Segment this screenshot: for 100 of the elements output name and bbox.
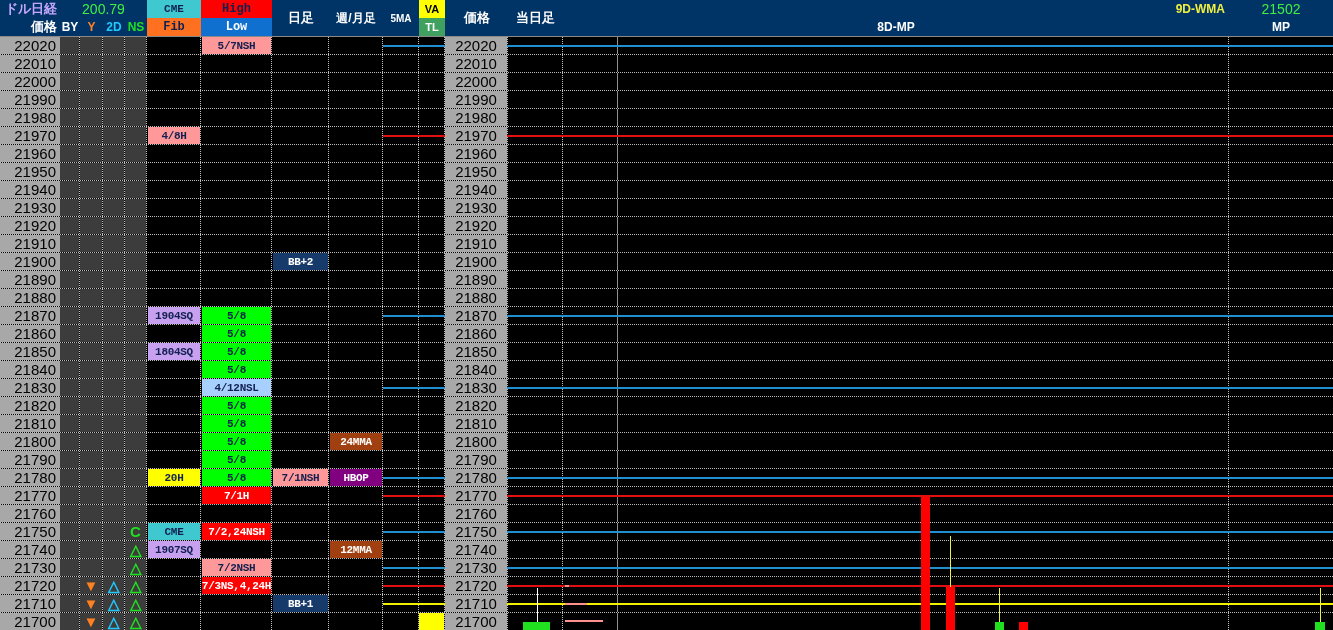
signal-cell [103,505,124,522]
signal-cell [125,397,146,414]
signal-cell [125,289,146,306]
signal-cell [125,505,146,522]
signal-cell [103,127,124,144]
signal-cell [80,487,102,504]
price-label: 21960 [445,145,507,162]
level-label: BB+1 [273,595,328,612]
signal-cell [60,379,79,396]
mp-value: 21502 [1260,0,1302,18]
column-header: 5MA [389,11,413,26]
signal-cell [80,73,102,90]
signal-cell [60,55,79,72]
signal-cell [80,397,102,414]
signal-cell [103,217,124,234]
price-label: 21700 [0,613,60,630]
signal-cell [125,361,146,378]
signal-cell [125,343,146,360]
column-header: 2D [106,20,122,34]
price-label: 21910 [0,235,60,252]
signal-cell [80,91,102,108]
column-header: High [201,0,272,18]
chart-label: 8D-MP [876,19,916,36]
level-label: 5/8 [202,343,271,360]
signal-cell [60,73,79,90]
signal-cell [125,379,146,396]
price-label: 21860 [0,325,60,342]
signal-cell [103,469,124,486]
level-label: 7/1NSH [273,469,328,486]
signal-cell [103,523,124,540]
signal-cell [80,325,102,342]
level-label: 24MMA [330,433,382,450]
signal-cell [103,235,124,252]
signal-cell [125,235,146,252]
price-label: 21750 [445,523,507,540]
signal-cell [103,289,124,306]
level-label: 4/12NSL [202,379,271,396]
signal-cell [80,289,102,306]
price-label: 21780 [0,469,60,486]
price-label: 21900 [445,253,507,270]
price-label: 21760 [445,505,507,522]
signal-cell: △ [103,613,124,630]
price-label: 21730 [445,559,507,576]
column-header: 価格 [29,18,58,36]
signal-cell [103,343,124,360]
column-header: 価格 [462,9,491,27]
signal-cell [80,307,102,324]
signal-cell [80,433,102,450]
signal-cell [80,127,102,144]
price-label: 21930 [0,199,60,216]
signal-cell: C [125,523,146,540]
level-label: 5/8 [202,325,271,342]
price-label: 21970 [0,127,60,144]
price-label: 21950 [445,163,507,180]
column-header: NS [127,20,145,34]
signal-cell [125,145,146,162]
signal-cell: △ [125,613,146,630]
signal-cell [125,181,146,198]
signal-cell [80,343,102,360]
level-label: 1907SQ [148,541,200,558]
signal-cell [60,361,79,378]
signal-cell [125,109,146,126]
level-label: 5/8 [202,307,271,324]
price-label: 21820 [0,397,60,414]
level-label: 5/7NSH [202,37,271,54]
price-label: 21740 [445,541,507,558]
price-label: 22020 [0,37,60,54]
chart-label: 9D-WMA [1174,1,1226,18]
signal-cell [60,127,79,144]
signal-cell [80,361,102,378]
signal-cell [60,199,79,216]
signal-cell [125,55,146,72]
signal-cell [60,217,79,234]
price-label: 21920 [445,217,507,234]
signal-cell [60,271,79,288]
signal-cell [60,559,79,576]
signal-cell [80,415,102,432]
signal-cell [125,73,146,90]
signal-cell [60,91,79,108]
signal-cell [60,325,79,342]
price-label: 21840 [445,361,507,378]
signal-cell [103,361,124,378]
level-label: 5/8 [202,451,271,468]
level-label: 7/2NSH [202,559,271,576]
signal-cell [80,253,102,270]
signal-cell [80,37,102,54]
price-label: 21910 [445,235,507,252]
signal-cell [80,235,102,252]
signal-cell [125,91,146,108]
signal-cell [80,271,102,288]
signal-cell [80,145,102,162]
signal-cell [103,541,124,558]
level-label: CME [148,523,200,540]
price-label: 21850 [0,343,60,360]
signal-cell [103,559,124,576]
signal-cell [103,145,124,162]
signal-cell [125,451,146,468]
column-header: 週/月足 [335,9,377,27]
price-label: 21710 [0,595,60,612]
signal-cell [60,505,79,522]
